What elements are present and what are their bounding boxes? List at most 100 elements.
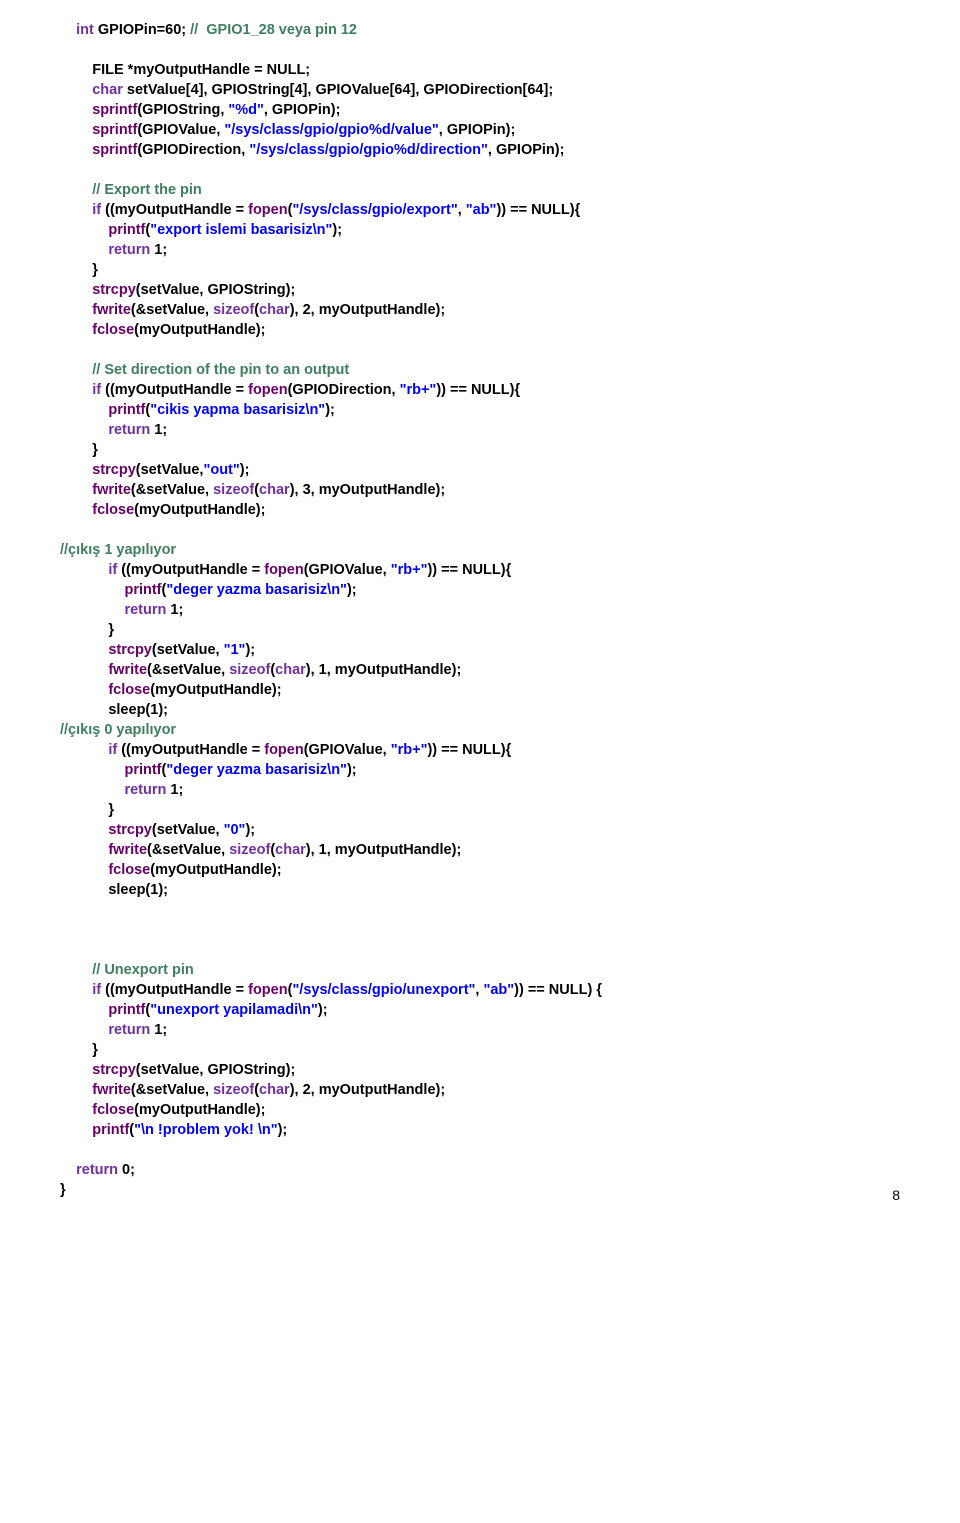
page-number: 8	[892, 1186, 900, 1205]
fn-printf: printf	[124, 582, 161, 598]
comment: // Unexport pin	[92, 962, 194, 978]
string-lit: "deger yazma basarisiz\n"	[166, 762, 347, 778]
code-text: (&setValue,	[131, 302, 213, 318]
kw-return: return	[76, 1162, 118, 1178]
code-text: (GPIOValue,	[304, 562, 391, 578]
code-text	[60, 762, 124, 778]
code-text: 1;	[150, 242, 167, 258]
code-text: }	[60, 1182, 66, 1198]
kw-char: char	[259, 302, 290, 318]
code-text: (myOutputHandle);	[134, 502, 265, 518]
fn-printf: printf	[108, 222, 145, 238]
fn-fwrite: fwrite	[92, 482, 131, 498]
code-text: )) == NULL){	[496, 202, 580, 218]
kw-return: return	[108, 422, 150, 438]
kw-char: char	[92, 82, 123, 98]
string-lit: "1"	[224, 642, 246, 658]
fn-fclose: fclose	[92, 322, 134, 338]
kw-return: return	[108, 242, 150, 258]
code-text	[60, 242, 108, 258]
code-text: (&setValue,	[131, 482, 213, 498]
code-text	[60, 122, 92, 138]
code-text	[60, 362, 92, 378]
kw-return: return	[108, 1022, 150, 1038]
fn-fclose: fclose	[108, 862, 150, 878]
code-text	[60, 962, 92, 978]
code-text	[60, 462, 92, 478]
fn-fwrite: fwrite	[92, 302, 131, 318]
string-lit: "out"	[203, 462, 239, 478]
code-text: , GPIOPin);	[488, 142, 565, 158]
string-lit: "ab"	[466, 202, 497, 218]
string-lit: "0"	[224, 822, 246, 838]
code-text	[60, 782, 124, 798]
code-text: (myOutputHandle);	[134, 1102, 265, 1118]
code-text	[60, 862, 108, 878]
code-text: ((myOutputHandle =	[101, 982, 248, 998]
code-text: sleep(1);	[60, 702, 168, 718]
comment: // Export the pin	[92, 182, 202, 198]
code-text	[60, 382, 92, 398]
fn-fclose: fclose	[92, 1102, 134, 1118]
code-text: )) == NULL){	[436, 382, 520, 398]
fn-printf: printf	[108, 402, 145, 418]
code-text	[60, 602, 124, 618]
code-text: )) == NULL){	[427, 562, 511, 578]
code-text: ,	[458, 202, 466, 218]
fn-fopen: fopen	[248, 982, 287, 998]
code-text: ), 2, myOutputHandle);	[290, 1082, 445, 1098]
code-text	[60, 82, 92, 98]
kw-sizeof: sizeof	[213, 482, 254, 498]
code-text: 1;	[166, 602, 183, 618]
kw-return: return	[124, 782, 166, 798]
code-text: 1;	[150, 422, 167, 438]
code-text: );	[347, 762, 357, 778]
fn-strcpy: strcpy	[92, 282, 136, 298]
code-text	[60, 1122, 92, 1138]
string-lit: "/sys/class/gpio/gpio%d/direction"	[249, 142, 488, 158]
fn-sprintf: sprintf	[92, 142, 137, 158]
code-text	[60, 1022, 108, 1038]
comment: // Set direction of the pin to an output	[92, 362, 349, 378]
fn-strcpy: strcpy	[108, 822, 152, 838]
code-text: setValue[4], GPIOString[4], GPIOValue[64…	[123, 82, 553, 98]
fn-printf: printf	[124, 762, 161, 778]
fn-fopen: fopen	[264, 742, 303, 758]
code-text	[60, 282, 92, 298]
code-text: );	[278, 1122, 288, 1138]
code-text: (GPIOValue,	[304, 742, 391, 758]
string-lit: "export islemi basarisiz\n"	[150, 222, 332, 238]
code-text: (setValue,	[152, 822, 224, 838]
code-text: , GPIOPin);	[264, 102, 341, 118]
code-text	[60, 322, 92, 338]
string-lit: "/sys/class/gpio/unexport"	[292, 982, 475, 998]
code-text: 0;	[118, 1162, 135, 1178]
code-text	[60, 502, 92, 518]
fn-fwrite: fwrite	[108, 662, 147, 678]
comment: // GPIO1_28 veya pin 12	[190, 22, 357, 38]
code-text	[60, 642, 108, 658]
code-text	[60, 222, 108, 238]
kw-char: char	[275, 842, 306, 858]
code-text	[60, 1062, 92, 1078]
code-text: }	[60, 802, 114, 818]
fn-fwrite: fwrite	[92, 1082, 131, 1098]
code-text: (setValue,	[136, 462, 204, 478]
code-text: (setValue, GPIOString);	[136, 1062, 296, 1078]
fn-fwrite: fwrite	[108, 842, 147, 858]
string-lit: "/sys/class/gpio/gpio%d/value"	[224, 122, 438, 138]
code-text	[60, 742, 108, 758]
code-text: )) == NULL){	[427, 742, 511, 758]
code-text: ((myOutputHandle =	[117, 562, 264, 578]
kw-if: if	[92, 382, 101, 398]
string-lit: "%d"	[228, 102, 264, 118]
code-text: }	[60, 442, 98, 458]
fn-sprintf: sprintf	[92, 122, 137, 138]
fn-fopen: fopen	[248, 382, 287, 398]
comment: //çıkış 0 yapılıyor	[60, 722, 176, 738]
fn-fclose: fclose	[108, 682, 150, 698]
code-text: ), 1, myOutputHandle);	[306, 662, 461, 678]
code-text	[60, 822, 108, 838]
code-text	[60, 182, 92, 198]
kw-if: if	[108, 562, 117, 578]
